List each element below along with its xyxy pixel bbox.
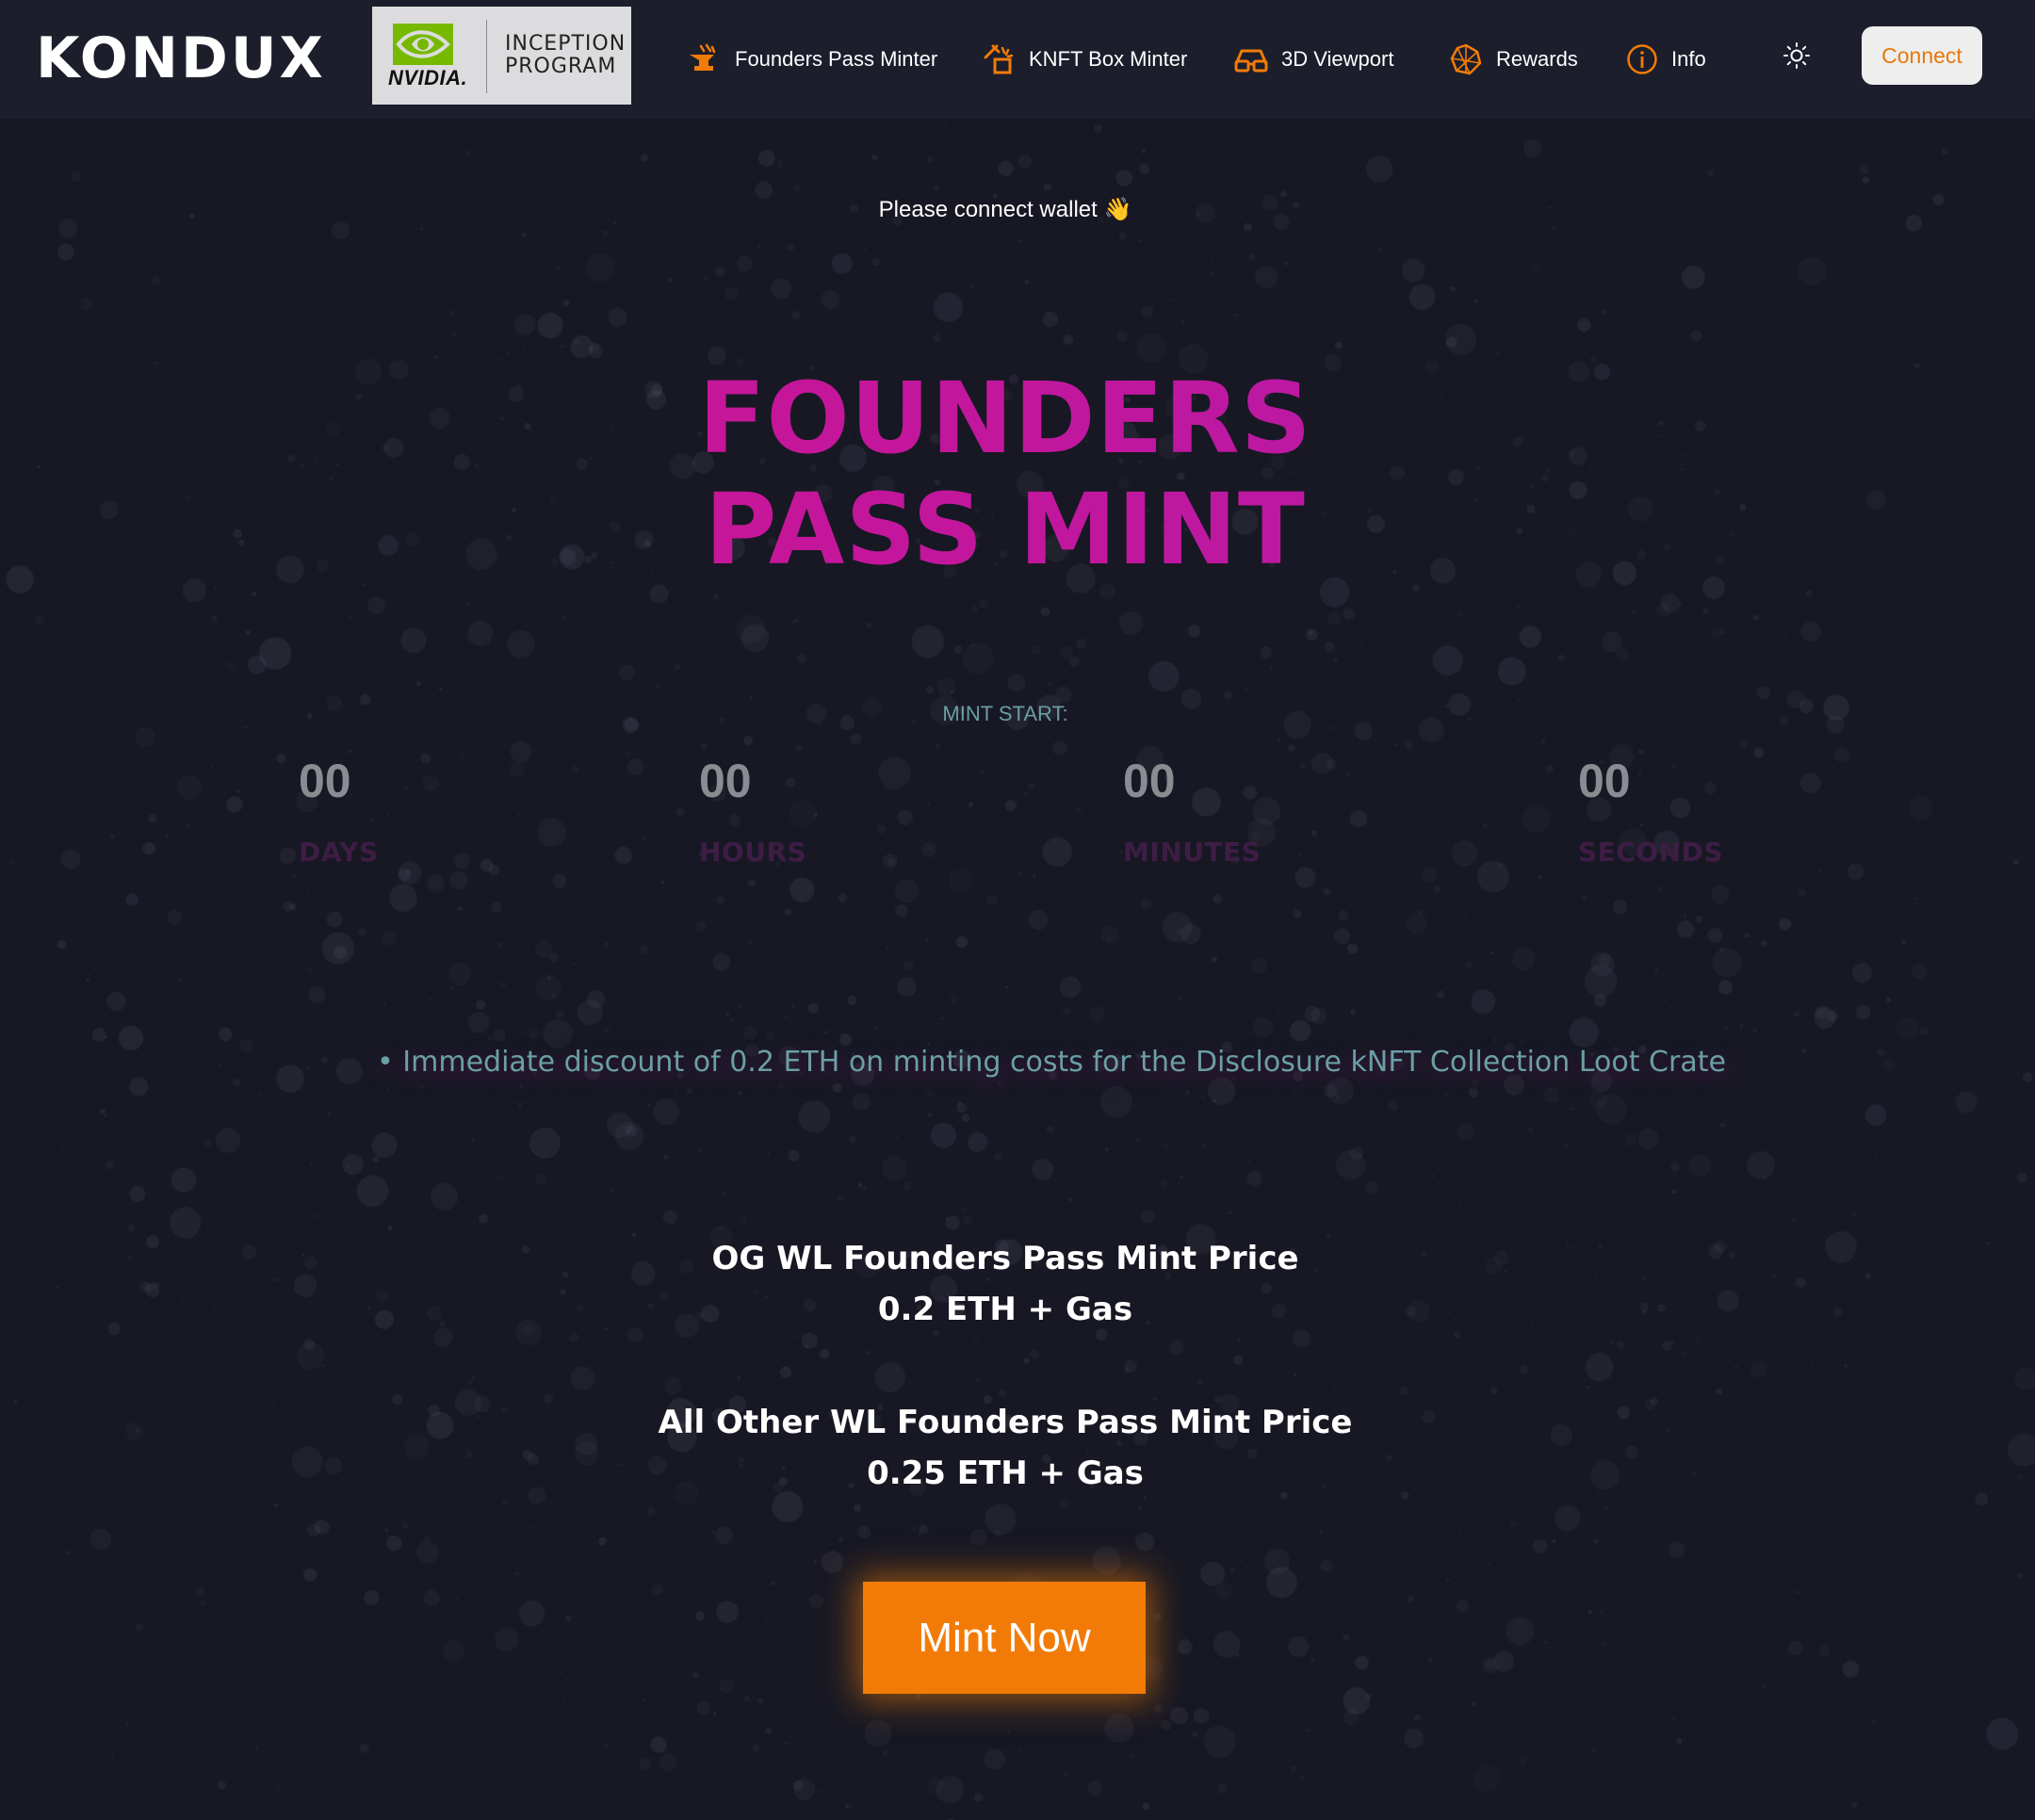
- inception-line: INCEPTION: [505, 32, 627, 56]
- nvidia-wordmark: NVIDIA.: [388, 66, 468, 89]
- nav-3d-viewport[interactable]: 3D Viewport: [1234, 36, 1393, 83]
- main-content: Please connect wallet 👋 FOUNDERS PASS MI…: [0, 0, 2035, 1820]
- title-line-2: PASS MINT: [705, 472, 1306, 587]
- mint-now-button[interactable]: Mint Now: [863, 1582, 1146, 1694]
- kondux-logo[interactable]: KONDUX: [36, 21, 326, 96]
- program-line: PROGRAM: [505, 55, 617, 78]
- top-navbar: KONDUX NVIDIA. INCEPTION PROGRAM Founder…: [0, 0, 2035, 119]
- inception-program-text: INCEPTION PROGRAM: [505, 33, 626, 78]
- knft-box-icon: [984, 44, 1014, 74]
- other-price-title: All Other WL Founders Pass Mint Price: [658, 1404, 1353, 1441]
- countdown-minutes-value: 00: [1123, 755, 1176, 807]
- nav-founders-pass-minter[interactable]: Founders Pass Minter: [686, 36, 937, 83]
- founders-pass-icon: [690, 43, 716, 71]
- countdown-seconds-value: 00: [1578, 755, 1631, 807]
- rewards-icon: [1450, 43, 1482, 75]
- other-price-value: 0.25 ETH + Gas: [867, 1454, 1144, 1492]
- countdown-days-value: 00: [299, 755, 351, 807]
- nav-label: 3D Viewport: [1281, 47, 1394, 71]
- og-price-block: OG WL Founders Pass Mint Price 0.2 ETH +…: [0, 1233, 2011, 1335]
- info-icon: [1627, 44, 1657, 74]
- connect-wallet-message: Please connect wallet 👋: [878, 197, 1132, 222]
- title-line-1: FOUNDERS: [698, 361, 1312, 476]
- countdown-minutes-label: MINUTES: [1123, 837, 1262, 868]
- nvidia-inception-badge: NVIDIA. INCEPTION PROGRAM: [372, 7, 631, 105]
- nav-rewards[interactable]: Rewards: [1449, 36, 1578, 83]
- nav-label: Founders Pass Minter: [735, 47, 938, 71]
- connect-wallet-button[interactable]: Connect: [1862, 26, 1982, 85]
- nav-knft-box-minter[interactable]: KNFT Box Minter: [982, 36, 1187, 83]
- nav-label: KNFT Box Minter: [1029, 47, 1188, 71]
- nav-label: Rewards: [1496, 47, 1578, 71]
- countdown-hours-label: HOURS: [699, 837, 807, 868]
- countdown-days-label: DAYS: [299, 837, 379, 868]
- other-price-block: All Other WL Founders Pass Mint Price 0.…: [0, 1397, 2011, 1499]
- og-price-title: OG WL Founders Pass Mint Price: [711, 1240, 1299, 1277]
- og-price-value: 0.2 ETH + Gas: [877, 1291, 1133, 1328]
- mint-start-label: MINT START:: [942, 702, 1068, 725]
- countdown-hours-value: 00: [699, 755, 752, 807]
- sun-icon[interactable]: [1783, 41, 1811, 70]
- discount-benefit-text: • Immediate discount of 0.2 ETH on minti…: [377, 1046, 1726, 1079]
- badge-divider: [486, 20, 487, 93]
- nav-info[interactable]: Info: [1626, 36, 1706, 83]
- nav-label: Info: [1671, 47, 1706, 71]
- 3d-glasses-icon: [1234, 49, 1268, 73]
- countdown-seconds-label: SECONDS: [1578, 837, 1723, 868]
- page-title: FOUNDERS PASS MINT: [0, 363, 2011, 585]
- nvidia-eye-icon: [393, 24, 453, 65]
